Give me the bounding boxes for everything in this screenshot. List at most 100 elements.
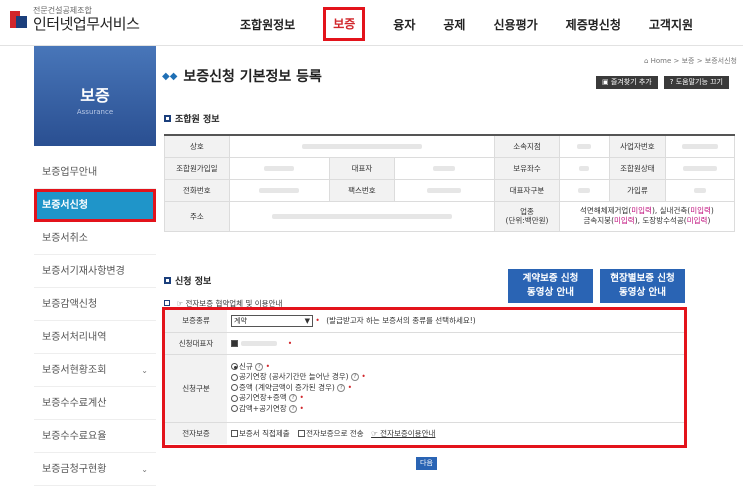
help-icon[interactable]: ? <box>289 394 298 403</box>
main-nav: 조합원정보 보증 융자 공제 신용평가 제증명신청 고객지원 <box>240 7 721 41</box>
bookmark-button[interactable]: ▣ 즐겨찾기 추가 <box>596 76 658 89</box>
label-guarantee-type: 보증종류 <box>165 310 227 333</box>
value-ceo <box>393 156 496 180</box>
label-ebond: 전자보증 <box>165 422 227 444</box>
chevron-down-icon: ⌄ <box>141 465 148 474</box>
sidebar-item-claims[interactable]: 보증금청구현황 ⌄ <box>34 453 156 486</box>
sidebar-item-label: 보증서현황조회 <box>42 365 107 376</box>
label-address: 주소 <box>164 200 230 232</box>
sidebar-item-label: 보증금청구현황 <box>42 464 107 475</box>
nav-member-info[interactable]: 조합원정보 <box>240 8 295 41</box>
required-mark: • <box>287 338 293 348</box>
logo-subtitle: 전문건설공제조합 <box>33 6 92 15</box>
direct-submit-checkbox[interactable] <box>231 430 238 438</box>
value-address <box>228 200 496 232</box>
label-application-kind: 신청구분 <box>165 354 227 423</box>
sidebar-item-fee-rate[interactable]: 보증수수료요율 <box>34 420 156 453</box>
label-business-type: 업종 (단위:백만원) <box>494 200 560 232</box>
direct-submit-label: 보증서 직접제출 <box>239 428 290 438</box>
site-logo[interactable]: 전문건설공제조합 인터넷업무서비스 <box>10 6 140 33</box>
ebond-guide-link[interactable]: ☞ 전자보증이용안내 <box>371 429 435 438</box>
nav-guarantee[interactable]: 보증 <box>323 7 366 41</box>
label-company: 상호 <box>164 134 230 158</box>
radio-extend-increase[interactable] <box>231 394 238 402</box>
kind-option-increase[interactable]: 증액 (계약금액이 증가된 경우) ? • <box>231 383 684 394</box>
nav-credit-rating[interactable]: 신용평가 <box>493 8 537 41</box>
diamond-bullet-icon: ◆◆ <box>162 70 178 82</box>
help-toggle-button[interactable]: ? 도움말기능 끄기 <box>663 76 729 89</box>
radio-decrease-extend[interactable] <box>231 405 238 413</box>
help-icon[interactable]: ? <box>351 373 359 382</box>
sidebar-item-apply[interactable]: 보증서신청 <box>34 189 156 222</box>
value-grade <box>664 178 736 202</box>
label-bizno: 사업자번호 <box>609 134 666 158</box>
sidebar-item-label: 보증서처리내역 <box>42 332 107 343</box>
sidebar-item-cancel[interactable]: 보증서취소 <box>34 222 156 255</box>
label-join-date: 조합원가입일 <box>164 156 230 180</box>
label-shares: 보유좌수 <box>494 156 560 180</box>
apply-section-title: 신청 정보 <box>164 274 211 287</box>
required-mark: • <box>315 315 320 325</box>
square-bullet-icon <box>164 115 171 122</box>
sidebar-item-label: 보증서기재사항변경 <box>42 266 125 277</box>
nav-certificate[interactable]: 제증명신청 <box>566 8 621 41</box>
kind-option-decrease-extend[interactable]: 감액+공기연장 ? • <box>231 404 684 415</box>
nav-customer-support[interactable]: 고객지원 <box>649 8 693 41</box>
guarantee-type-select[interactable]: 계약 ▼ <box>231 314 313 327</box>
kind-option-new[interactable]: 신규 ? • <box>231 362 684 373</box>
site-guarantee-video-button[interactable]: 현장별보증 신청 동영상 안내 <box>600 269 685 303</box>
applicant-rep-value <box>241 341 278 346</box>
radio-extend[interactable] <box>231 373 238 381</box>
sidebar-item-reduce[interactable]: 보증감액신청 <box>34 288 156 321</box>
help-icon[interactable]: ? <box>337 383 346 392</box>
value-branch <box>558 134 611 158</box>
value-ceo-type <box>558 178 611 202</box>
sidebar-banner-title: 보증 <box>80 86 110 105</box>
label-ceo: 대표자 <box>329 156 395 180</box>
sidebar-banner-subtitle: Assurance <box>76 108 114 116</box>
value-business-type: 석면해체제거업(미입력), 실내건축(미입력) 금속지붕(미입력), 도장방수석… <box>558 200 736 232</box>
sidebar-item-fee-calc[interactable]: 보증수수료계산 <box>34 387 156 420</box>
help-icon[interactable]: ? <box>289 404 298 413</box>
member-section-title: 조합원 정보 <box>164 112 220 125</box>
ebond-send-checkbox[interactable] <box>298 430 306 438</box>
application-form: 보증종류 계약 ▼ • (발급받고자 하는 보증서의 종류를 선택하세요!) 신청… <box>162 307 687 448</box>
sidebar-item-status[interactable]: 보증서현황조회 ⌄ <box>34 354 156 387</box>
sidebar-item-label: 보증업무안내 <box>42 167 98 178</box>
help-icon[interactable]: ? <box>255 362 264 371</box>
label-member-status: 조합원상태 <box>609 156 666 180</box>
value-company <box>228 134 496 158</box>
next-button[interactable]: 다음 <box>416 457 437 470</box>
breadcrumb: ⌂ Home > 보증 > 보증서신청 <box>643 57 737 65</box>
page-title-text: 보증신청 기본정보 등록 <box>183 69 322 85</box>
nav-loan[interactable]: 융자 <box>393 8 415 41</box>
radio-increase[interactable] <box>231 384 238 392</box>
kind-option-extend-increase[interactable]: 공기연장+증액 ? • <box>231 393 684 404</box>
member-info-table: 상호 소속지점 사업자번호 조합원가입일 대표자 보유좌수 조합원상태 전화번호… <box>164 134 736 232</box>
label-grade: 가입류 <box>609 178 666 202</box>
logo-title: 인터넷업무서비스 <box>33 15 140 33</box>
value-bizno <box>664 134 736 158</box>
ebond-send-label: 전자보증으로 전송 <box>306 428 364 438</box>
top-header: 전문건설공제조합 인터넷업무서비스 조합원정보 보증 융자 공제 신용평가 제증… <box>0 0 743 46</box>
sidebar-item-modify[interactable]: 보증서기재사항변경 <box>34 255 156 288</box>
square-bullet-icon <box>164 300 170 306</box>
applicant-rep-checkbox[interactable] <box>231 340 238 347</box>
chevron-down-icon: ▼ <box>304 316 310 325</box>
sidebar-item-label: 보증수수료계산 <box>42 398 107 409</box>
kind-option-extend[interactable]: 공기연장 (공사기간만 늘어난 경우) ? • <box>231 372 684 383</box>
sidebar-item-label: 보증서취소 <box>42 233 88 244</box>
sidebar-item-history[interactable]: 보증서처리내역 <box>34 321 156 354</box>
value-member-status <box>664 156 736 180</box>
sidebar-banner: 보증 Assurance <box>34 46 156 146</box>
sidebar-item-label: 보증서신청 <box>42 200 88 211</box>
radio-new[interactable] <box>231 363 238 371</box>
contract-guarantee-video-button[interactable]: 계약보증 신청 동영상 안내 <box>508 269 593 303</box>
label-phone: 전화번호 <box>164 178 230 202</box>
square-bullet-icon <box>164 277 171 284</box>
sidebar-item-label: 보증수수료요율 <box>42 431 107 442</box>
nav-deduction[interactable]: 공제 <box>443 8 465 41</box>
guarantee-type-hint: (발급받고자 하는 보증서의 종류를 선택하세요!) <box>326 315 476 325</box>
chevron-down-icon: ⌄ <box>141 366 148 375</box>
sidebar-item-guide[interactable]: 보증업무안내 <box>34 156 156 189</box>
